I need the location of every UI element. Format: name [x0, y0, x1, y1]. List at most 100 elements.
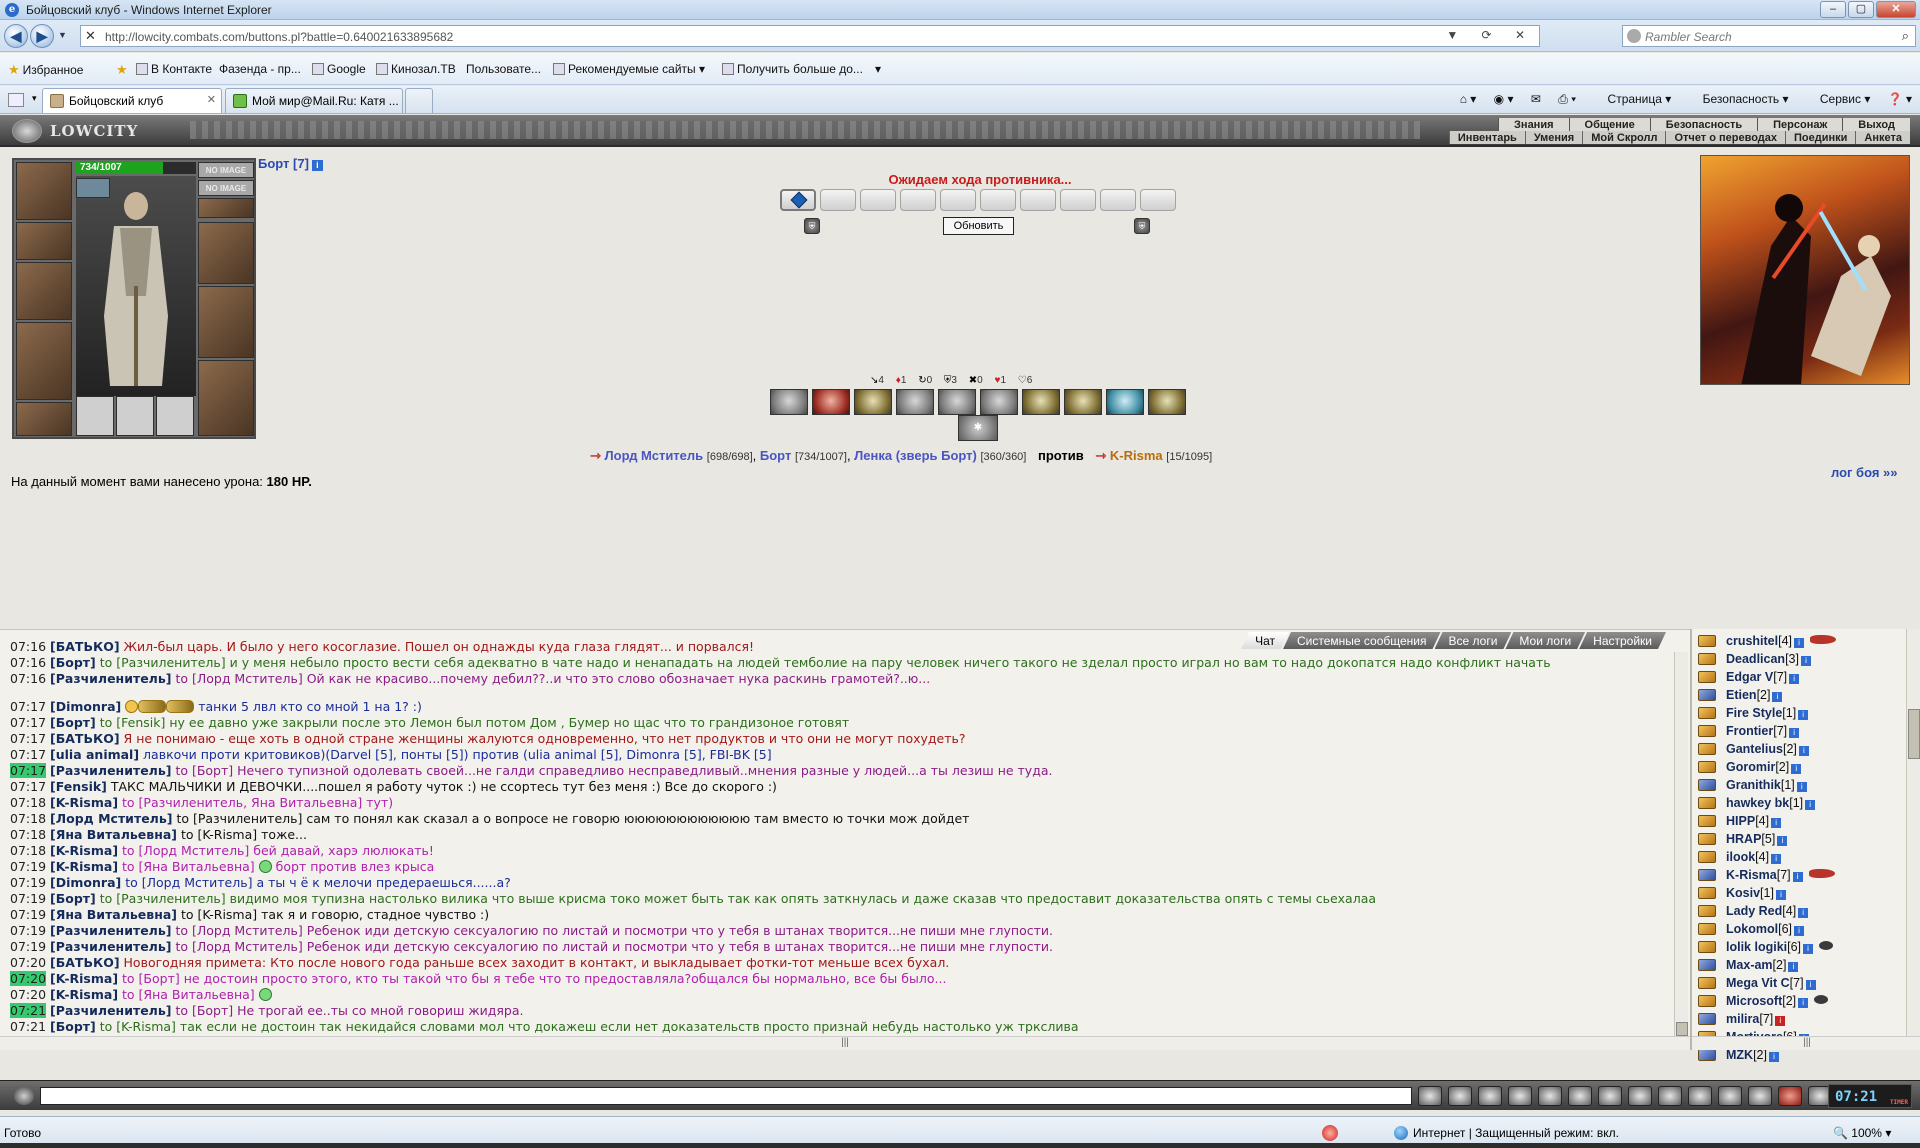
online-user[interactable]: lolik logiki[6] i: [1696, 938, 1896, 956]
message-recipient[interactable]: to [Лорд Мститель]: [175, 923, 302, 938]
online-user-name[interactable]: milira: [1726, 1012, 1759, 1026]
private-chat-icon[interactable]: [1698, 761, 1716, 773]
online-user-name[interactable]: Edgar V: [1726, 670, 1773, 684]
new-tab-button[interactable]: [405, 88, 433, 113]
exit-icon[interactable]: [1778, 1086, 1802, 1106]
online-user-name[interactable]: lolik logiki: [1726, 940, 1787, 954]
user-info-icon[interactable]: i: [1800, 656, 1811, 666]
skill-strike-icon[interactable]: [1148, 389, 1186, 415]
favorites-button[interactable]: ★ Избранное: [8, 62, 83, 78]
menu-inventory[interactable]: Инвентарь: [1448, 131, 1525, 144]
tools-menu[interactable]: Сервис ▾: [1806, 92, 1870, 106]
online-user-name[interactable]: Deadlican: [1726, 652, 1785, 666]
message-author[interactable]: [БАТЬКО]: [50, 955, 120, 970]
buff-icon[interactable]: [76, 178, 110, 198]
user-info-icon[interactable]: i: [1803, 944, 1814, 954]
weapon-slot[interactable]: [16, 262, 72, 320]
gear-icon[interactable]: [1718, 1086, 1742, 1106]
message-recipient[interactable]: to [K-Risma]: [181, 827, 257, 842]
gloves-slot[interactable]: [198, 222, 254, 284]
private-chat-icon[interactable]: [1698, 851, 1716, 863]
menu-character[interactable]: Персонаж: [1757, 118, 1843, 131]
fighter-krisma[interactable]: K-Risma: [1110, 448, 1163, 463]
menu-communication[interactable]: Общение: [1568, 118, 1650, 131]
tab-mailru[interactable]: Мой мир@Mail.Ru: Катя ...: [225, 88, 403, 113]
minimize-button[interactable]: –: [1820, 1, 1846, 18]
fav-link-fazenda[interactable]: Фазенда - пр...: [219, 62, 301, 76]
chat-input[interactable]: [40, 1087, 1412, 1105]
message-author[interactable]: [Dimonra]: [50, 875, 121, 890]
fav-link-kinozal[interactable]: Кинозал.ТВ: [376, 62, 456, 76]
send-icon[interactable]: [1418, 1086, 1442, 1106]
private-chat-icon[interactable]: [1698, 653, 1716, 665]
user-info-icon[interactable]: i: [1789, 728, 1800, 738]
sound-icon[interactable]: [1598, 1086, 1622, 1106]
message-author[interactable]: [БАТЬКО]: [50, 731, 120, 746]
banner-artwork[interactable]: [1700, 155, 1910, 385]
security-zone[interactable]: Интернет | Защищенный режим: вкл.: [1394, 1126, 1619, 1140]
private-chat-icon[interactable]: [1698, 869, 1716, 881]
skill-ice-icon[interactable]: [1106, 389, 1144, 415]
message-recipient[interactable]: to [Борт]: [175, 1003, 233, 1018]
user-info-icon[interactable]: i: [1771, 818, 1782, 828]
user-info-icon[interactable]: i: [1792, 872, 1803, 882]
online-user[interactable]: Microsoft[2] i: [1696, 992, 1896, 1010]
private-chat-icon[interactable]: [1698, 977, 1716, 989]
fight-icon[interactable]: [1568, 1086, 1592, 1106]
private-chat-icon[interactable]: [1698, 923, 1716, 935]
message-recipient[interactable]: to [Борт]: [122, 971, 180, 986]
online-user-name[interactable]: Lokomol: [1726, 922, 1778, 936]
message-author[interactable]: [Яна Витальевна]: [50, 907, 177, 922]
online-user[interactable]: Kosiv[1] i: [1696, 884, 1896, 902]
online-user[interactable]: ilook[4] i: [1696, 848, 1896, 866]
page-menu[interactable]: Страница ▾: [1594, 92, 1672, 106]
message-recipient[interactable]: to [K-Risma]: [181, 907, 257, 922]
fav-link-google[interactable]: Google: [312, 62, 366, 76]
online-user-name[interactable]: Granithik: [1726, 778, 1781, 792]
message-author[interactable]: [ulia animal]: [50, 747, 139, 762]
private-chat-icon[interactable]: [1698, 1013, 1716, 1025]
fav-link-vkontakte[interactable]: В Контакте: [136, 62, 212, 76]
online-user-name[interactable]: ilook: [1726, 850, 1755, 864]
message-author[interactable]: [Разчиленитель]: [50, 1003, 171, 1018]
user-info-icon[interactable]: i: [1788, 962, 1799, 972]
online-user-name[interactable]: Frontier: [1726, 724, 1773, 738]
online-user-name[interactable]: crushitel: [1726, 634, 1778, 648]
armor-slot[interactable]: [16, 322, 72, 400]
ring-slot-1[interactable]: [76, 396, 114, 436]
user-info-icon[interactable]: i: [1775, 1016, 1786, 1026]
fav-link-recommended[interactable]: Рекомендуемые сайты ▾: [553, 62, 705, 76]
online-user[interactable]: Mega Vit C[7] i: [1696, 974, 1896, 992]
belt-slot[interactable]: [16, 402, 72, 436]
private-chat-icon[interactable]: [1698, 743, 1716, 755]
message-author[interactable]: [Разчиленитель]: [50, 763, 171, 778]
online-scrollbar[interactable]: [1906, 629, 1920, 1050]
print-icon[interactable]: ⎙ ▾: [1558, 92, 1576, 106]
private-chat-icon[interactable]: [1698, 887, 1716, 899]
online-user[interactable]: Gantelius[2] i: [1696, 740, 1896, 758]
online-hscrollbar[interactable]: |||: [1692, 1036, 1920, 1050]
online-user[interactable]: Lokomol[6] i: [1696, 920, 1896, 938]
user-info-icon[interactable]: i: [1798, 908, 1809, 918]
message-author[interactable]: [K-Risma]: [50, 987, 118, 1002]
message-author[interactable]: [K-Risma]: [50, 971, 118, 986]
online-user-name[interactable]: hawkey bk: [1726, 796, 1789, 810]
smile-icon[interactable]: [1628, 1086, 1652, 1106]
private-chat-icon[interactable]: [1698, 707, 1716, 719]
online-user[interactable]: HIPP[4] i: [1696, 812, 1896, 830]
skill-eye-icon[interactable]: [1064, 389, 1102, 415]
skill-heart-icon[interactable]: [896, 389, 934, 415]
search-icon[interactable]: ⌕: [1902, 28, 1909, 44]
user-info-icon[interactable]: i: [1794, 638, 1805, 648]
eraser-icon[interactable]: [1448, 1086, 1472, 1106]
user-info-icon[interactable]: i: [1805, 800, 1816, 810]
menu-duels[interactable]: Поединки: [1785, 131, 1856, 144]
online-user[interactable]: Goromir[2] i: [1696, 758, 1896, 776]
online-user-name[interactable]: Max-am: [1726, 958, 1773, 972]
online-user[interactable]: Max-am[2] i: [1696, 956, 1896, 974]
online-user-name[interactable]: Microsoft: [1726, 994, 1782, 1008]
private-chat-icon[interactable]: [1698, 779, 1716, 791]
online-user[interactable]: milira[7] i: [1696, 1010, 1896, 1028]
private-chat-icon[interactable]: [1698, 635, 1716, 647]
message-recipient[interactable]: to [Разчиленитель]: [100, 891, 226, 906]
